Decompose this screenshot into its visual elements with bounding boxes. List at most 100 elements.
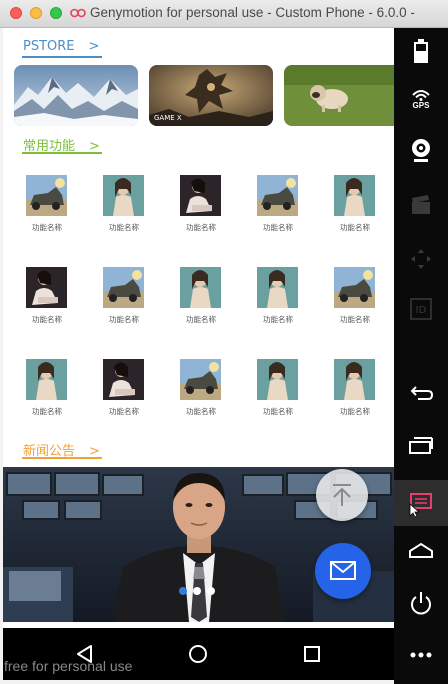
sidebar-menu-button[interactable]: [394, 480, 448, 526]
zoom-window-button[interactable]: [50, 7, 62, 19]
sidebar-power-button[interactable]: [394, 580, 448, 626]
menu-icon: [409, 493, 432, 516]
feature-thumbnail-image: [26, 175, 67, 216]
sidebar-more-button[interactable]: [394, 632, 448, 678]
sidebar-recent-apps-button[interactable]: [394, 422, 448, 468]
feature-label: 功能名称: [32, 223, 62, 232]
store-card-game[interactable]: GAME X: [149, 65, 273, 126]
pstore-arrow: >: [88, 39, 100, 54]
battery-widget-button[interactable]: [394, 28, 448, 74]
feature-label: 功能名称: [263, 407, 293, 416]
feature-label: 功能名称: [263, 315, 293, 324]
feature-item[interactable]: 功能名称: [247, 267, 307, 329]
feature-label: 功能名称: [340, 407, 370, 416]
minimize-window-button[interactable]: [30, 7, 42, 19]
carousel-dot[interactable]: [207, 587, 215, 595]
feature-item[interactable]: 功能名称: [93, 267, 153, 329]
feature-item[interactable]: 功能名称: [324, 359, 384, 421]
feature-item[interactable]: 功能名称: [247, 175, 307, 237]
feature-item[interactable]: 功能名称: [93, 175, 153, 237]
home-icon[interactable]: [186, 642, 210, 666]
pstore-section-header[interactable]: PSTORE >: [23, 39, 99, 54]
dpad-icon: [411, 249, 431, 269]
feature-label: 功能名称: [109, 407, 139, 416]
feature-label: 功能名称: [340, 315, 370, 324]
genymotion-sidebar: GPS ID: [394, 28, 448, 684]
feature-thumbnail-image: [103, 267, 144, 308]
feature-thumbnail-image: [103, 175, 144, 216]
feature-label: 功能名称: [186, 407, 216, 416]
screencast-widget-button[interactable]: [394, 182, 448, 228]
feature-thumbnail-image: [180, 175, 221, 216]
title-bar: Genymotion for personal use - Custom Pho…: [0, 0, 448, 28]
window-title: Genymotion for personal use - Custom Pho…: [90, 5, 415, 20]
store-card-mountain[interactable]: [14, 65, 138, 126]
back-arrow-icon: [410, 386, 434, 400]
id-label: ID: [416, 305, 427, 316]
power-icon: [411, 592, 431, 615]
genymotion-logo-icon: [70, 8, 86, 18]
feature-thumbnail-image: [26, 267, 67, 308]
feature-label: 功能名称: [109, 315, 139, 324]
feature-label: 功能名称: [186, 315, 216, 324]
feature-item[interactable]: 功能名称: [16, 359, 76, 421]
store-card-pug[interactable]: [284, 65, 394, 126]
carousel-dot[interactable]: [179, 587, 187, 595]
webcam-widget-button[interactable]: [394, 128, 448, 174]
feature-thumbnail-image: [180, 359, 221, 400]
carousel-dot[interactable]: [193, 587, 201, 595]
feature-item[interactable]: 功能名称: [16, 175, 76, 237]
news-underline: [22, 457, 102, 459]
pstore-underline: [22, 56, 102, 58]
android-screen: PSTORE > GAME X 常用功能 > 功能名称 功能名称 功能名称 功能…: [3, 28, 394, 628]
remote-control-widget-button[interactable]: [394, 236, 448, 282]
feature-label: 功能名称: [32, 407, 62, 416]
webcam-icon: [412, 139, 430, 162]
pstore-title: PSTORE: [23, 39, 75, 54]
feature-item[interactable]: 功能名称: [16, 267, 76, 329]
clapperboard-icon: [412, 195, 430, 214]
feature-label: 功能名称: [263, 223, 293, 232]
features-underline: [22, 152, 102, 154]
feature-item[interactable]: 功能名称: [170, 267, 230, 329]
gps-widget-button[interactable]: GPS: [394, 76, 448, 122]
identifiers-widget-button[interactable]: ID: [394, 286, 448, 332]
feature-thumbnail-image: [334, 359, 375, 400]
home-outline-icon: [409, 542, 433, 558]
feature-thumbnail-image: [257, 359, 298, 400]
mail-button[interactable]: [315, 543, 371, 599]
feature-item[interactable]: 功能名称: [93, 359, 153, 421]
feature-label: 功能名称: [340, 223, 370, 232]
feature-item[interactable]: 功能名称: [324, 267, 384, 329]
sidebar-home-button[interactable]: [394, 528, 448, 574]
id-card-icon: ID: [410, 298, 432, 320]
more-dots-icon: [410, 652, 432, 658]
feature-thumbnail-image: [334, 267, 375, 308]
feature-thumbnail-image: [103, 359, 144, 400]
feature-label: 功能名称: [109, 223, 139, 232]
sidebar-back-button[interactable]: [394, 370, 448, 416]
genymotion-window: Genymotion for personal use - Custom Pho…: [0, 0, 448, 684]
gps-label: GPS: [412, 100, 430, 110]
feature-item[interactable]: 功能名称: [324, 175, 384, 237]
arrow-up-icon: [333, 484, 351, 506]
feature-label: 功能名称: [186, 223, 216, 232]
feature-thumbnail-image: [180, 267, 221, 308]
feature-label: 功能名称: [32, 315, 62, 324]
game-card-caption: GAME X: [154, 114, 182, 122]
scroll-to-top-button[interactable]: [316, 469, 368, 521]
feature-item[interactable]: 功能名称: [170, 175, 230, 237]
mail-icon: [330, 561, 356, 580]
feature-thumbnail-image: [257, 267, 298, 308]
wifi-signal-icon: [412, 89, 430, 101]
feature-thumbnail-image: [26, 359, 67, 400]
feature-item[interactable]: 功能名称: [170, 359, 230, 421]
free-for-personal-use-watermark: free for personal use: [4, 658, 133, 674]
feature-thumbnail-image: [257, 175, 298, 216]
battery-icon: [414, 39, 428, 63]
feature-item[interactable]: 功能名称: [247, 359, 307, 421]
recent-windows-icon: [409, 437, 433, 454]
feature-thumbnail-image: [334, 175, 375, 216]
close-window-button[interactable]: [10, 7, 22, 19]
recent-apps-icon[interactable]: [300, 642, 324, 666]
